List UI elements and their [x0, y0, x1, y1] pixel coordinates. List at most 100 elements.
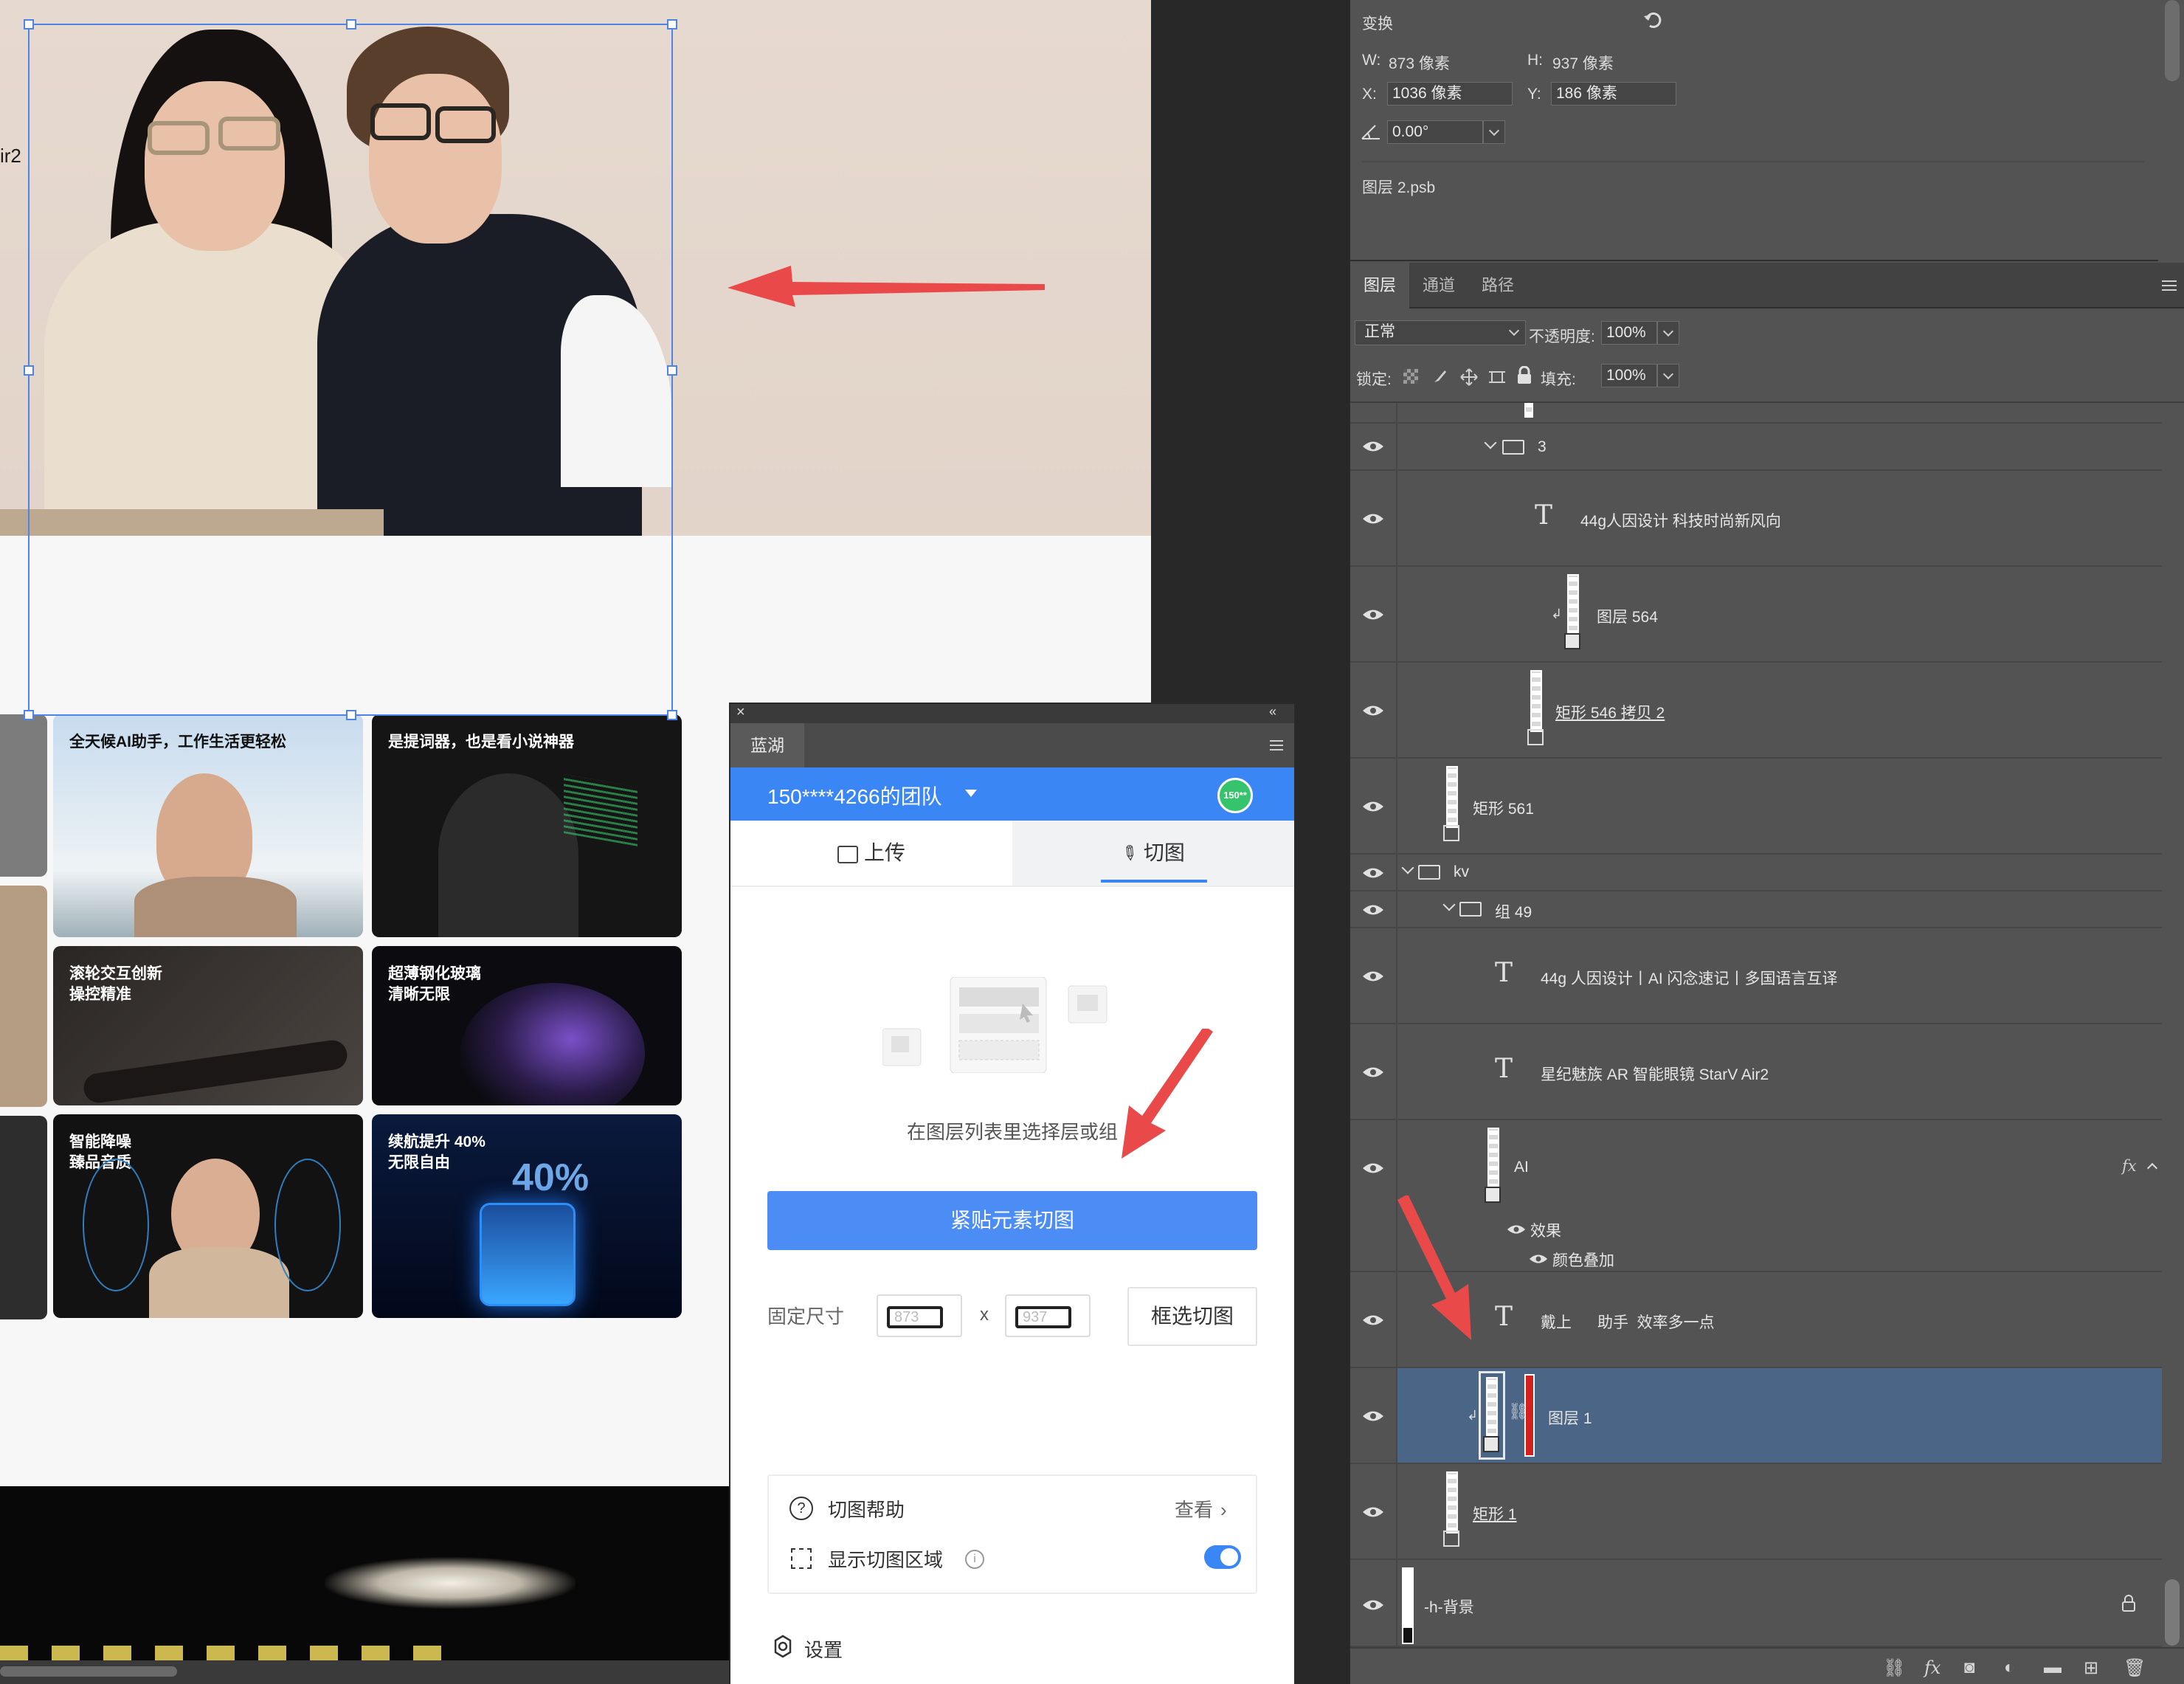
- transform-selection[interactable]: [24, 19, 677, 720]
- layers-list[interactable]: 3 T 44g人因设计 科技时尚新风向 ↲ 图层 564 矩形 546 拷贝 2: [1350, 403, 2162, 1647]
- layer-row[interactable]: T 星纪魅族 AR 智能眼镜 StarV Air2: [1350, 1024, 2162, 1120]
- visibility-eye-icon[interactable]: [1362, 970, 1384, 983]
- team-selector[interactable]: 150****4266的团队 150**: [730, 767, 1294, 821]
- layer-row[interactable]: T 44g人因设计 科技时尚新风向: [1350, 471, 2162, 567]
- help-view-link[interactable]: 查看 ›: [1175, 1495, 1227, 1522]
- card-battery[interactable]: 续航提升 40% 无限自由 40%: [372, 1114, 682, 1318]
- handle-bottom-right[interactable]: [667, 710, 677, 720]
- layer-row[interactable]: kv: [1350, 855, 2162, 891]
- handle-middle-left[interactable]: [24, 365, 34, 376]
- visibility-eye-icon[interactable]: [1362, 440, 1384, 453]
- delete-layer-icon[interactable]: 🗑: [2123, 1657, 2146, 1679]
- group-expand-chevron-icon[interactable]: [1442, 898, 1456, 911]
- visibility-eye-icon[interactable]: [1362, 1505, 1384, 1519]
- properties-scroll-thumb[interactable]: [2165, 0, 2180, 81]
- lock-artboard-icon[interactable]: [1487, 367, 1507, 387]
- width-input[interactable]: 873: [877, 1294, 962, 1337]
- y-field[interactable]: 186 像素: [1551, 82, 1676, 106]
- card-tempered-glass[interactable]: 超薄钢化玻璃 清晰无限: [372, 946, 682, 1105]
- add-mask-icon[interactable]: ◙: [1964, 1657, 1975, 1678]
- handle-top-left[interactable]: [24, 19, 34, 30]
- tab-paths[interactable]: 路径: [1468, 263, 1527, 308]
- adjustment-layer-icon[interactable]: ◐: [2004, 1657, 2015, 1678]
- angle-field[interactable]: 0.00°: [1387, 120, 1483, 144]
- card-ai-assistant[interactable]: 全天候AI助手，工作生活更轻松: [53, 714, 363, 937]
- handle-top-center[interactable]: [346, 19, 356, 30]
- snap-slice-button[interactable]: 紧贴元素切图: [767, 1191, 1257, 1250]
- layer-row[interactable]: 矩形 561: [1350, 759, 2162, 855]
- visibility-eye-icon[interactable]: [1362, 1314, 1384, 1327]
- reset-transform-icon[interactable]: [1642, 10, 1663, 31]
- width-value[interactable]: 873 像素: [1389, 52, 1450, 74]
- link-layers-icon[interactable]: ⛓: [1883, 1657, 1905, 1679]
- fill-dropdown[interactable]: [1657, 364, 1679, 387]
- width-value[interactable]: 873: [887, 1306, 943, 1328]
- horizontal-scroll-thumb[interactable]: [0, 1666, 177, 1677]
- visibility-eye-icon[interactable]: [1362, 800, 1384, 813]
- tab-channels[interactable]: 通道: [1409, 263, 1468, 308]
- height-value[interactable]: 937: [1015, 1306, 1071, 1328]
- tab-slice[interactable]: ✎切图: [1012, 821, 1294, 886]
- lock-pixels-brush-icon[interactable]: [1431, 367, 1449, 385]
- tab-layers[interactable]: 图层: [1350, 263, 1410, 308]
- card-noise-cancel[interactable]: 智能降噪 臻品音质: [53, 1114, 363, 1318]
- visibility-eye-icon[interactable]: [1362, 512, 1384, 525]
- x-field[interactable]: 1036 像素: [1387, 82, 1513, 106]
- layer-row[interactable]: -h-背景: [1350, 1560, 2162, 1647]
- layer-row-partial[interactable]: [1350, 403, 2162, 424]
- fx-indicator-icon[interactable]: fx: [2122, 1157, 2137, 1175]
- group-expand-chevron-icon[interactable]: [1484, 436, 1497, 449]
- lock-transparent-icon[interactable]: [1403, 369, 1418, 384]
- handle-middle-right[interactable]: [667, 365, 677, 376]
- visibility-eye-icon[interactable]: [1362, 866, 1384, 880]
- layer-row-selected[interactable]: ↲ ⛓ 图层 1: [1350, 1368, 2162, 1464]
- visibility-eye-icon[interactable]: [1362, 1162, 1384, 1175]
- layer-row[interactable]: T 44g 人因设计丨AI 闪念速记丨多国语言互译: [1350, 928, 2162, 1024]
- visibility-eye-icon[interactable]: [1362, 608, 1384, 621]
- avatar[interactable]: 150**: [1217, 778, 1253, 813]
- height-value[interactable]: 937 像素: [1552, 52, 1614, 74]
- layers-scroll-thumb[interactable]: [2165, 1579, 2180, 1646]
- visibility-eye-icon[interactable]: [1362, 704, 1384, 717]
- angle-dropdown[interactable]: [1483, 120, 1505, 144]
- visibility-eye-icon[interactable]: [1362, 1598, 1384, 1612]
- close-icon[interactable]: ×: [736, 704, 745, 721]
- height-input[interactable]: 937: [1005, 1294, 1091, 1337]
- new-layer-icon[interactable]: ⊞: [2084, 1657, 2098, 1679]
- card-scroll-wheel[interactable]: 滚轮交互创新 操控精准: [53, 946, 363, 1105]
- blend-mode-select[interactable]: 正常: [1355, 320, 1526, 345]
- layer-row[interactable]: 矩形 546 拷贝 2: [1350, 663, 2162, 759]
- visibility-eye-icon[interactable]: [1362, 1409, 1384, 1423]
- collapse-effects-icon[interactable]: [2146, 1162, 2158, 1174]
- layer-row[interactable]: 3: [1350, 424, 2162, 471]
- new-group-icon[interactable]: ▬: [2044, 1657, 2062, 1678]
- effect-visibility-eye-icon[interactable]: [1507, 1224, 1526, 1235]
- plugin-menu-icon[interactable]: [1269, 739, 1284, 751]
- panel-menu-icon[interactable]: [2160, 279, 2178, 292]
- layer-mask-thumbnail[interactable]: [1524, 1374, 1535, 1457]
- visibility-eye-icon[interactable]: [1362, 1066, 1384, 1079]
- opacity-dropdown[interactable]: [1657, 321, 1679, 345]
- layer-row[interactable]: ↲ 图层 564: [1350, 567, 2162, 663]
- group-expand-chevron-icon[interactable]: [1401, 861, 1414, 874]
- opacity-field[interactable]: 100%: [1601, 321, 1657, 345]
- tab-upload[interactable]: 上传: [730, 821, 1012, 886]
- lock-all-icon[interactable]: [1516, 366, 1533, 385]
- settings-gear-icon[interactable]: [770, 1634, 795, 1659]
- layer-row[interactable]: 矩形 1: [1350, 1464, 2162, 1560]
- frame-slice-button[interactable]: 框选切图: [1127, 1287, 1257, 1346]
- collapse-panel-icon[interactable]: «: [1269, 704, 1276, 720]
- plugin-tab[interactable]: 蓝湖: [730, 723, 804, 767]
- handle-bottom-left[interactable]: [24, 710, 34, 720]
- lock-position-move-icon[interactable]: [1459, 367, 1479, 387]
- layer-row[interactable]: 组 49: [1350, 891, 2162, 928]
- add-style-icon[interactable]: fx: [1924, 1657, 1941, 1678]
- layers-scrollbar[interactable]: [2162, 403, 2184, 1647]
- effect-visibility-eye-icon[interactable]: [1529, 1253, 1548, 1265]
- info-icon[interactable]: i: [965, 1550, 984, 1569]
- visibility-eye-icon[interactable]: [1362, 903, 1384, 917]
- fill-field[interactable]: 100%: [1601, 364, 1657, 387]
- handle-top-right[interactable]: [667, 19, 677, 30]
- show-slice-area-toggle[interactable]: [1204, 1545, 1241, 1569]
- handle-bottom-center[interactable]: [346, 710, 356, 720]
